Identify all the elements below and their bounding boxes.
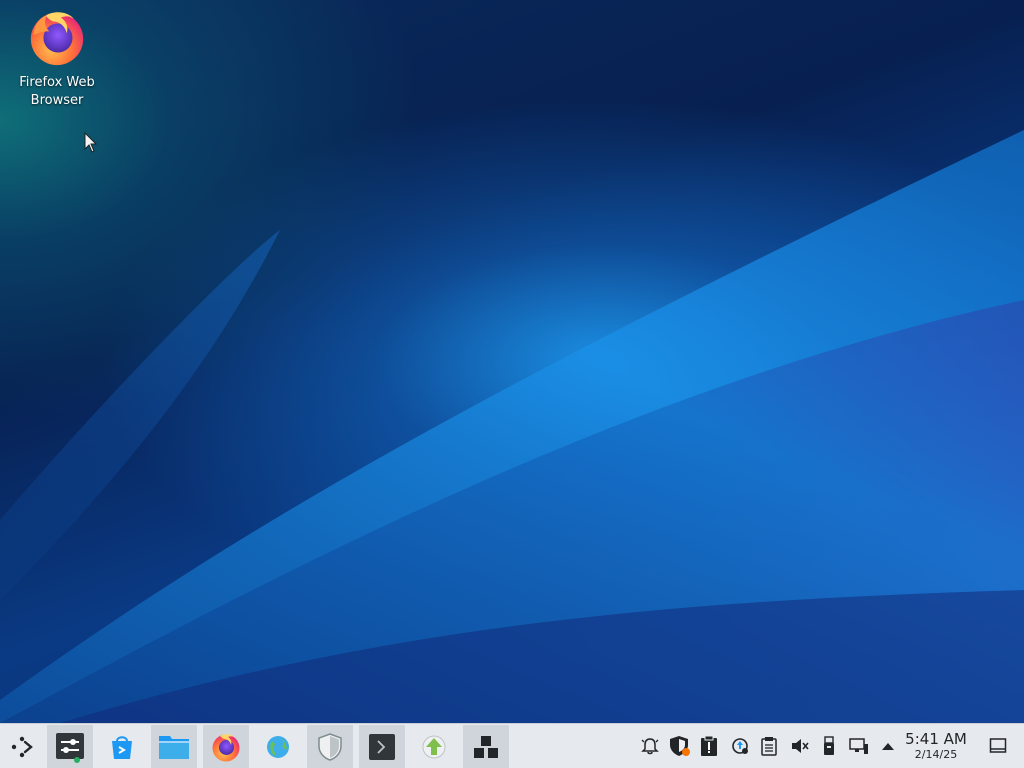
task-file-manager[interactable] [151, 725, 197, 768]
clipboard-alert-icon [701, 735, 717, 756]
updates-icon [732, 738, 748, 754]
mouse-cursor-icon [84, 132, 98, 153]
tray-updates[interactable] [729, 735, 751, 757]
desktop-icon-label: Firefox Web Browser [19, 75, 95, 108]
show-desktop-icon [989, 738, 1007, 753]
terminal-icon [369, 733, 395, 760]
globe-browser-icon [267, 735, 289, 758]
tray-security-status[interactable] [669, 735, 691, 757]
task-firefox[interactable] [203, 725, 249, 768]
tray-expand-button[interactable] [877, 735, 899, 757]
system-settings-icon [56, 732, 84, 763]
task-terminal[interactable] [359, 725, 405, 768]
clock-time: 5:41 AM [905, 730, 967, 748]
tray-network[interactable] [848, 735, 870, 757]
usb-device-icon [824, 736, 834, 755]
tray-volume[interactable] [789, 735, 811, 757]
app-launcher-icon [11, 736, 33, 757]
volume-muted-icon [792, 739, 809, 753]
tray-usb-device[interactable] [818, 735, 840, 757]
show-desktop-button[interactable] [987, 735, 1009, 757]
task-updates[interactable] [411, 725, 457, 768]
notifications-bell-icon [641, 738, 659, 755]
tray-notifications[interactable] [639, 735, 661, 757]
app-launcher-button[interactable] [0, 725, 44, 768]
file-manager-icon [159, 735, 189, 759]
firefox-icon [212, 733, 240, 761]
task-discover[interactable] [99, 725, 145, 768]
security-shield-icon [318, 732, 342, 761]
clipboard-icon [761, 737, 777, 756]
desktop: Firefox Web Browser [0, 0, 1024, 723]
firefox-icon [30, 12, 84, 66]
taskbar: 5:41 AM 2/14/25 [0, 723, 1024, 768]
network-wired-icon [849, 738, 868, 754]
expand-tray-icon [882, 743, 894, 750]
update-arrow-icon [422, 735, 446, 758]
tray-clipboard-alert[interactable] [698, 735, 720, 757]
task-globe-browser[interactable] [255, 725, 301, 768]
task-package-manager[interactable] [463, 725, 509, 768]
wallpaper [0, 130, 1024, 723]
package-blocks-icon [474, 735, 498, 758]
security-status-icon [670, 736, 690, 756]
discover-store-icon [112, 735, 132, 759]
task-security[interactable] [307, 725, 353, 768]
clock-date: 2/14/25 [914, 748, 958, 761]
desktop-icon-firefox[interactable]: Firefox Web Browser [12, 6, 102, 110]
digital-clock[interactable]: 5:41 AM 2/14/25 [898, 730, 974, 762]
tray-clipboard[interactable] [758, 735, 780, 757]
task-system-settings[interactable] [47, 725, 93, 768]
